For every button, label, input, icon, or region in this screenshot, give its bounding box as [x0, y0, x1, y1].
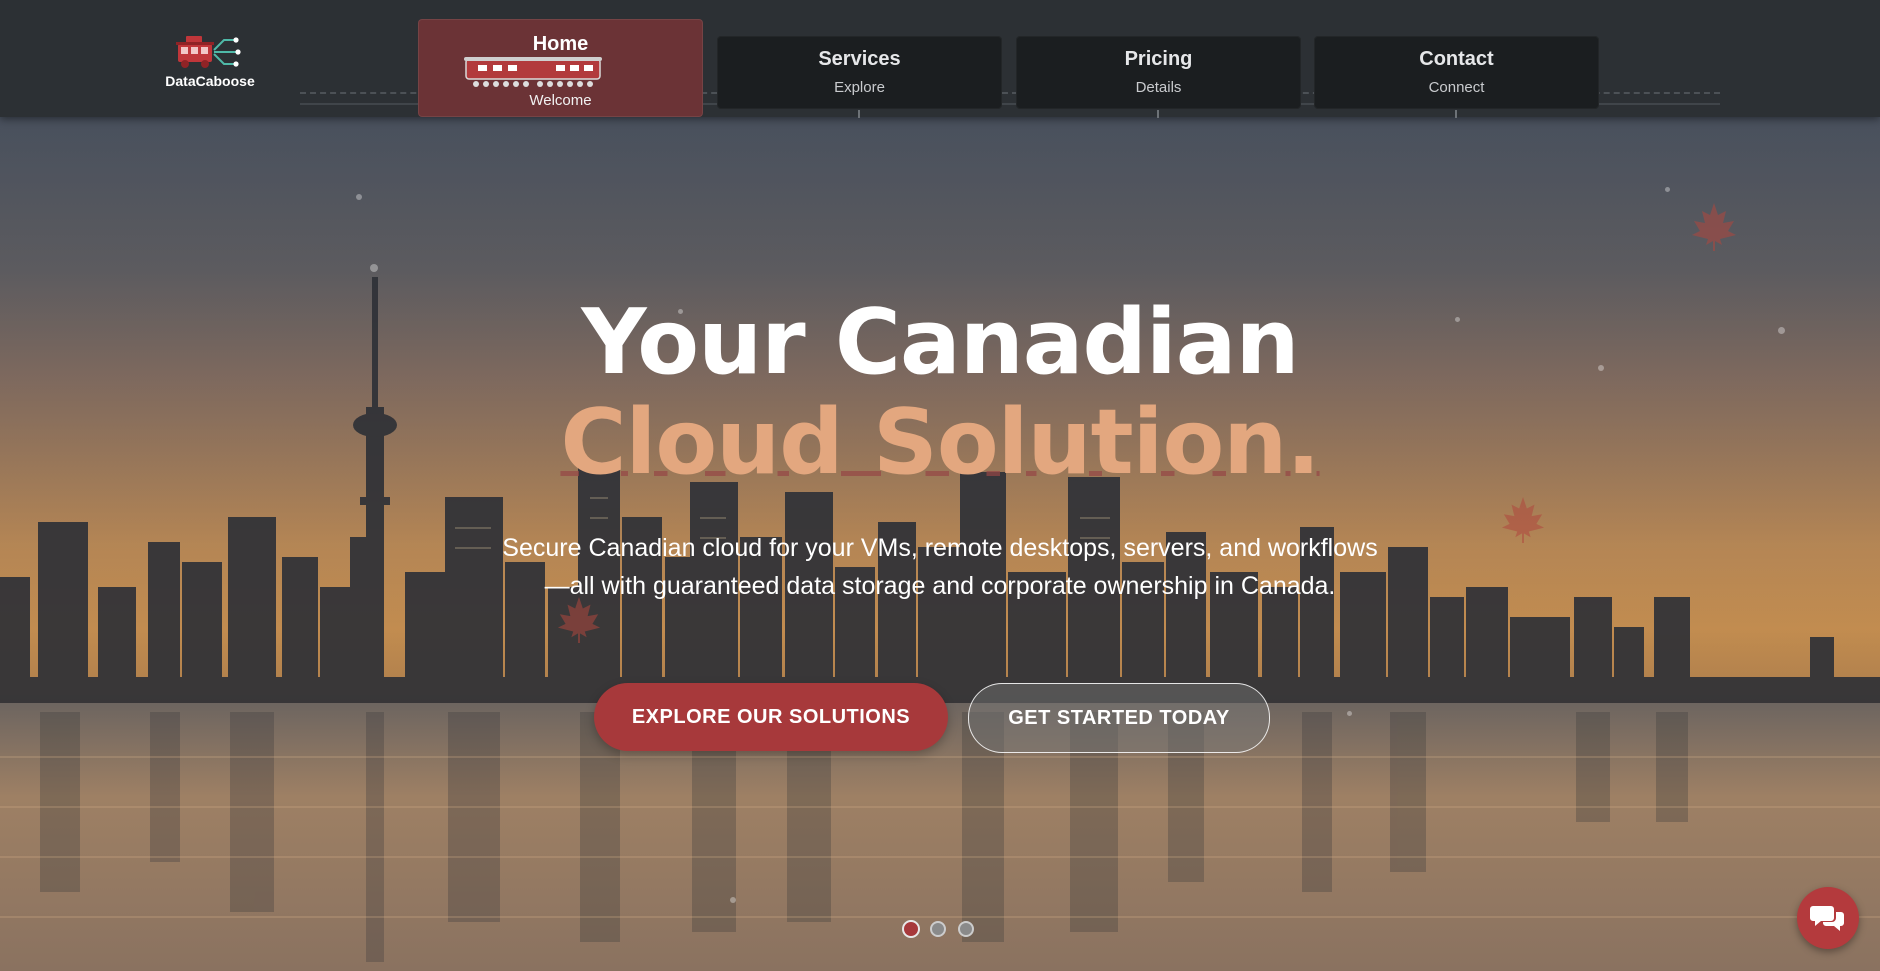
nav-item-home[interactable]: Home Welcome [418, 19, 703, 117]
hero-section: Your Canadian Cloud Solution. Secure Can… [0, 117, 1880, 971]
nav-connector [858, 110, 860, 118]
particle [1665, 187, 1670, 192]
hero-subtitle: Secure Canadian cloud for your VMs, remo… [502, 534, 1378, 600]
train-car-icon [464, 57, 602, 87]
brand-name: DataCaboose [165, 73, 255, 89]
nav-title: Services [818, 48, 901, 70]
nav-subtitle: Connect [1428, 79, 1485, 96]
nav-item-contact[interactable]: Contact Connect [1314, 36, 1599, 118]
carousel-dot-1[interactable] [902, 920, 920, 938]
particle [1778, 327, 1785, 334]
headline-line-1: Your Canadian [581, 290, 1299, 395]
hero-content: Your Canadian Cloud Solution. Secure Can… [440, 295, 1440, 605]
site-header: DataCaboose Home Welcome Services Explor… [0, 0, 1880, 118]
particle [370, 264, 378, 272]
nav-title: Pricing [1124, 48, 1193, 70]
nav-item-pricing[interactable]: Pricing Details [1016, 36, 1301, 118]
nav-subtitle: Welcome [529, 92, 592, 109]
brand-logo[interactable]: DataCaboose [160, 30, 260, 94]
nav-subtitle: Details [1135, 79, 1182, 96]
carousel-dot-3[interactable] [958, 921, 974, 937]
carousel-dot-2[interactable] [930, 921, 946, 937]
particle [1347, 711, 1352, 716]
maple-leaf-icon [1692, 203, 1736, 251]
particle [1455, 317, 1460, 322]
particle [1598, 365, 1604, 371]
get-started-button[interactable]: GET STARTED TODAY [968, 683, 1270, 753]
cta-group: EXPLORE OUR SOLUTIONS GET STARTED TODAY [594, 683, 1294, 753]
nav-subtitle: Explore [834, 79, 885, 96]
particle [730, 897, 736, 903]
explore-solutions-button[interactable]: EXPLORE OUR SOLUTIONS [594, 683, 948, 751]
nav-title: Contact [1419, 48, 1494, 70]
nav-connector [1455, 110, 1457, 118]
nav-item-services[interactable]: Services Explore [717, 36, 1002, 118]
nav-title: Home [532, 33, 589, 55]
nav-connector [1157, 110, 1159, 118]
hero-headline: Your Canadian Cloud Solution. [440, 295, 1440, 491]
particle [356, 194, 362, 200]
chat-bubbles-icon [1810, 906, 1844, 931]
caboose-circuit-icon [176, 36, 241, 68]
chat-button[interactable] [1797, 887, 1859, 949]
headline-line-2: Cloud Solution. [560, 390, 1320, 495]
maple-leaf-icon [1501, 497, 1545, 543]
